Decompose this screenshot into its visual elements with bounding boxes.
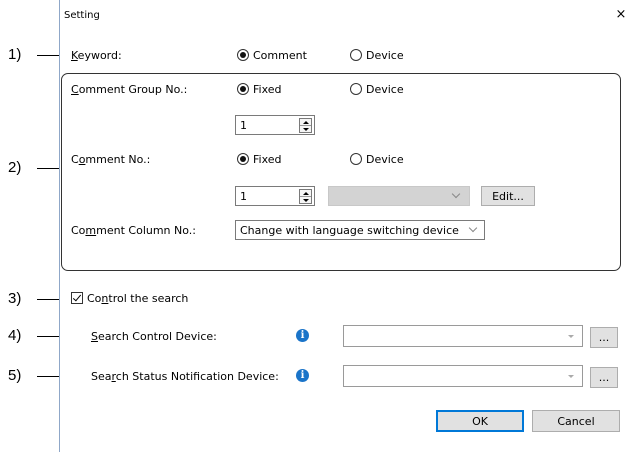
comment-group-no-value[interactable]: 1 [240, 119, 247, 132]
callout-1: 1) [8, 46, 22, 63]
spin-buttons [299, 118, 312, 133]
chevron-down-icon [468, 223, 478, 233]
chevron-down-icon [451, 189, 461, 199]
radio-empty-icon [350, 153, 362, 165]
edit-button[interactable]: Edit... [481, 186, 535, 206]
search-status-device-combo[interactable] [343, 365, 583, 387]
spin-up-button[interactable] [300, 119, 311, 126]
info-icon[interactable]: i [296, 329, 309, 342]
comment-no-label: Comment No.: [71, 153, 151, 166]
control-search-label: Control the search [87, 292, 189, 305]
comment-no-fixed-radio[interactable]: Fixed [237, 152, 282, 166]
radio-empty-icon [350, 83, 362, 95]
radio-selected-icon [237, 83, 249, 95]
comment-group-box [61, 73, 621, 271]
callout-4: 4) [8, 327, 22, 344]
comment-column-select[interactable]: Change with language switching device [235, 220, 485, 240]
setting-dialog: Setting × Keyword: Comment Device Commen… [59, 0, 627, 452]
comment-no-spinner[interactable]: 1 [235, 186, 315, 206]
comment-group-fixed-radio[interactable]: Fixed [237, 82, 282, 96]
info-icon[interactable]: i [296, 369, 309, 382]
search-control-device-browse-button[interactable]: ... [590, 327, 618, 348]
spin-down-button[interactable] [300, 197, 311, 204]
callout-2-line [37, 168, 59, 169]
close-icon[interactable]: × [614, 8, 627, 22]
cancel-button[interactable]: Cancel [532, 410, 620, 432]
radio-selected-icon [237, 49, 249, 61]
comment-group-no-label: Comment Group No.: [71, 83, 188, 96]
arrow-down-icon [302, 128, 309, 131]
radio-selected-icon [237, 153, 249, 165]
keyword-device-radio[interactable]: Device [350, 48, 404, 62]
keyword-label: Keyword: [71, 49, 122, 62]
title-bar: Setting × [60, 0, 627, 30]
spin-down-button[interactable] [300, 126, 311, 133]
comment-no-device-radio[interactable]: Device [350, 152, 404, 166]
comment-no-value[interactable]: 1 [240, 190, 247, 203]
radio-empty-icon [350, 49, 362, 61]
callout-5: 5) [8, 367, 22, 384]
comment-group-device-radio[interactable]: Device [350, 82, 404, 96]
ok-button[interactable]: OK [436, 410, 524, 432]
comment-column-no-label: Comment Column No.: [71, 224, 196, 237]
dialog-title: Setting [64, 10, 100, 21]
callout-3: 3) [8, 290, 22, 307]
control-search-checkbox[interactable] [71, 292, 83, 304]
check-icon [72, 292, 82, 302]
search-control-device-label: Search Control Device: [91, 330, 217, 343]
keyword-comment-radio[interactable]: Comment [237, 48, 307, 62]
comment-group-no-spinner[interactable]: 1 [235, 115, 315, 135]
dropdown-arrow-icon [568, 375, 574, 378]
comment-column-value: Change with language switching device [240, 224, 459, 237]
search-status-device-label: Search Status Notification Device: [91, 370, 279, 383]
spin-buttons [299, 189, 312, 204]
search-control-device-combo[interactable] [343, 325, 583, 347]
comment-no-device-combo [328, 186, 470, 206]
dropdown-arrow-icon [568, 335, 574, 338]
spin-up-button[interactable] [300, 190, 311, 197]
callout-2: 2) [8, 159, 22, 176]
arrow-down-icon [302, 199, 309, 202]
arrow-up-icon [302, 120, 309, 124]
arrow-up-icon [302, 191, 309, 195]
search-status-device-browse-button[interactable]: ... [590, 367, 618, 388]
